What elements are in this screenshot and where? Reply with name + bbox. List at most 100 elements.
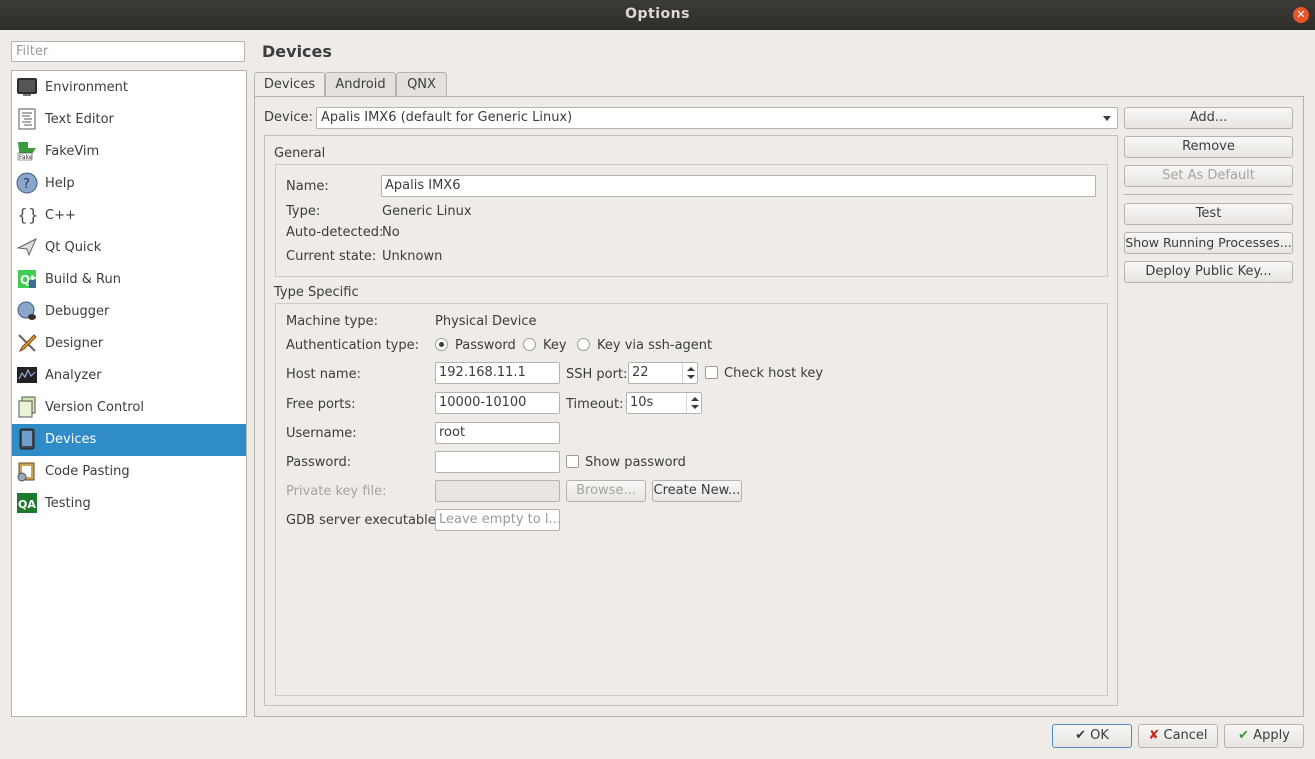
sidebar-item-debugger[interactable]: Debugger xyxy=(12,296,246,328)
auth-ssh-agent-radio[interactable] xyxy=(577,338,590,351)
svg-text:Fake: Fake xyxy=(19,154,33,161)
text-document-icon xyxy=(18,108,36,130)
device-icon xyxy=(19,428,35,450)
category-list: Environment Text Editor Fake FakeVim ? H… xyxy=(11,70,247,717)
private-key-field[interactable] xyxy=(435,480,560,502)
sidebar-item-analyzer[interactable]: Analyzer xyxy=(12,360,246,392)
remove-device-button[interactable]: Remove xyxy=(1124,136,1293,158)
apply-label: Apply xyxy=(1253,728,1290,743)
sidebar-item-environment[interactable]: Environment xyxy=(12,72,246,104)
spin-divider xyxy=(686,393,701,413)
show-password-label: Show password xyxy=(585,455,686,470)
current-state-value: Unknown xyxy=(382,249,443,264)
device-select-value: Apalis IMX6 (default for Generic Linux) xyxy=(321,110,573,125)
current-state-label: Current state: xyxy=(286,249,377,264)
qa-icon: QA xyxy=(17,493,37,513)
tab-android[interactable]: Android xyxy=(325,72,396,96)
sidebar-item-devices[interactable]: Devices xyxy=(12,424,246,456)
ok-button[interactable]: ✔ OK xyxy=(1052,724,1132,748)
auto-detected-label: Auto-detected: xyxy=(286,225,384,240)
private-key-label: Private key file: xyxy=(286,484,387,499)
host-name-label: Host name: xyxy=(286,367,361,382)
spin-up-icon[interactable] xyxy=(687,367,695,371)
check-icon: ✔ xyxy=(1238,728,1250,743)
type-specific-group-title: Type Specific xyxy=(274,285,359,300)
sidebar-item-text-editor[interactable]: Text Editor xyxy=(12,104,246,136)
sidebar-item-code-pasting[interactable]: Code Pasting xyxy=(12,456,246,488)
check-host-key-checkbox[interactable] xyxy=(705,366,718,379)
device-select[interactable]: Apalis IMX6 (default for Generic Linux) xyxy=(316,107,1118,129)
password-field[interactable] xyxy=(435,451,560,473)
add-device-button[interactable]: Add... xyxy=(1124,107,1293,129)
cancel-button[interactable]: ✘ Cancel xyxy=(1138,724,1218,748)
bug-icon xyxy=(17,301,36,320)
deploy-key-button[interactable]: Deploy Public Key... xyxy=(1124,261,1293,283)
sidebar-item-label: Build & Run xyxy=(45,272,121,287)
username-label: Username: xyxy=(286,426,357,441)
tab-devices[interactable]: Devices xyxy=(254,72,325,97)
show-processes-button[interactable]: Show Running Processes... xyxy=(1124,232,1293,254)
sidebar-item-label: C++ xyxy=(45,208,76,223)
qt-build-icon: Qt xyxy=(18,270,36,288)
chevron-down-icon xyxy=(1103,116,1111,121)
auth-key-label: Key xyxy=(543,338,567,353)
auth-type-label: Authentication type: xyxy=(286,338,419,353)
sidebar-item-cpp[interactable]: {} C++ xyxy=(12,200,246,232)
timeout-label: Timeout: xyxy=(566,397,624,412)
show-password-checkbox[interactable] xyxy=(566,455,579,468)
window-title: Options xyxy=(625,6,690,22)
auth-password-label: Password xyxy=(455,338,516,353)
host-name-field[interactable]: 192.168.11.1 xyxy=(435,362,560,384)
spin-down-icon[interactable] xyxy=(687,375,695,379)
spin-down-icon[interactable] xyxy=(691,405,699,409)
gdb-server-label: GDB server executable: xyxy=(286,513,441,528)
sidebar-item-fakevim[interactable]: Fake FakeVim xyxy=(12,136,246,168)
sidebar-item-help[interactable]: ? Help xyxy=(12,168,246,200)
general-group-title: General xyxy=(274,146,326,161)
create-new-button[interactable]: Create New... xyxy=(652,480,742,502)
auto-detected-value: No xyxy=(382,225,400,240)
cancel-label: Cancel xyxy=(1163,728,1208,743)
sidebar-item-label: Analyzer xyxy=(45,368,102,383)
browse-button[interactable]: Browse... xyxy=(566,480,646,502)
set-default-button[interactable]: Set As Default xyxy=(1124,165,1293,187)
sidebar-item-version-control[interactable]: Version Control xyxy=(12,392,246,424)
sidebar-item-testing[interactable]: QA Testing xyxy=(12,488,246,520)
free-ports-field[interactable]: 10000-10100 xyxy=(435,392,560,414)
sidebar-item-label: Version Control xyxy=(45,400,144,415)
analyzer-icon xyxy=(17,367,37,383)
auth-password-radio[interactable] xyxy=(435,338,448,351)
brush-icon xyxy=(18,334,37,353)
separator xyxy=(1124,194,1293,195)
clipboard-icon xyxy=(17,462,35,482)
sidebar-item-label: Designer xyxy=(45,336,104,351)
username-field[interactable]: root xyxy=(435,422,560,444)
sidebar-item-label: FakeVim xyxy=(45,144,100,159)
free-ports-label: Free ports: xyxy=(286,397,356,412)
type-label: Type: xyxy=(286,204,321,219)
timeout-spinbox[interactable]: 10s xyxy=(626,392,702,414)
sidebar-item-designer[interactable]: Designer xyxy=(12,328,246,360)
tab-qnx[interactable]: QNX xyxy=(396,72,447,96)
sidebar-item-label: Testing xyxy=(45,496,91,511)
filter-input[interactable]: Filter xyxy=(11,41,245,62)
ssh-port-spinbox[interactable]: 22 xyxy=(628,362,698,384)
page-title: Devices xyxy=(262,42,332,61)
sidebar-item-qt-quick[interactable]: Qt Quick xyxy=(12,232,246,264)
sidebar-item-label: Environment xyxy=(45,80,129,95)
gdb-server-field[interactable]: Leave empty to l... xyxy=(435,509,560,531)
sidebar-item-label: Help xyxy=(45,176,75,191)
device-label: Device: xyxy=(264,110,313,125)
svg-text:?: ? xyxy=(23,177,30,192)
test-button[interactable]: Test xyxy=(1124,203,1293,225)
name-field[interactable]: Apalis IMX6 xyxy=(381,175,1096,197)
apply-button[interactable]: ✔ Apply xyxy=(1224,724,1304,748)
check-host-key-label: Check host key xyxy=(724,366,824,381)
sidebar-item-build-run[interactable]: Qt Build & Run xyxy=(12,264,246,296)
spin-up-icon[interactable] xyxy=(691,397,699,401)
close-icon[interactable]: ✕ xyxy=(1293,7,1309,23)
monitor-icon xyxy=(17,78,37,96)
svg-text:{}: {} xyxy=(17,206,38,226)
ok-label: OK xyxy=(1090,728,1109,743)
auth-key-radio[interactable] xyxy=(523,338,536,351)
